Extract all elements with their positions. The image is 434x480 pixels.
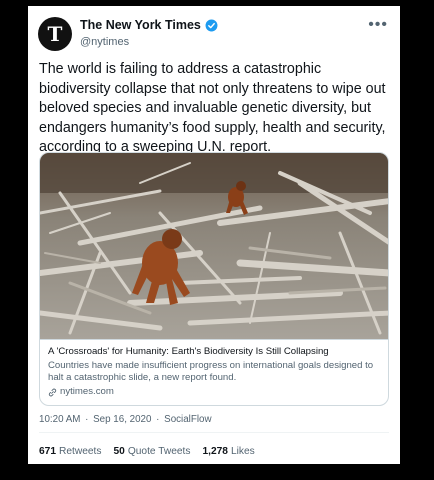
link-card-domain-row: nytimes.com (48, 386, 382, 398)
quote-tweets-label: Quote Tweets (127, 446, 191, 457)
account-name-row: The New York Times (80, 18, 218, 32)
quote-tweets-stat[interactable]: 50 Quote Tweets (113, 446, 190, 457)
link-card-meta: A 'Crossroads' for Humanity: Earth's Bio… (40, 339, 388, 398)
link-card-title: A 'Crossroads' for Humanity: Earth's Bio… (48, 346, 329, 357)
link-icon (48, 388, 57, 396)
tweet-date[interactable]: Sep 16, 2020 (93, 414, 151, 425)
retweets-count: 671 (39, 446, 56, 457)
meta-separator: · (85, 414, 89, 425)
divider (39, 432, 389, 433)
avatar[interactable]: T (38, 17, 72, 51)
tweet-time[interactable]: 10:20 AM (39, 414, 80, 425)
account-handle[interactable]: @nytimes (80, 36, 129, 48)
meta-separator: · (156, 414, 160, 425)
likes-stat[interactable]: 1,278 Likes (202, 446, 254, 457)
more-options-icon[interactable]: ••• (368, 16, 388, 34)
link-card-description: Countries have made insufficient progres… (48, 360, 374, 383)
retweets-label: Retweets (59, 446, 102, 457)
link-card-domain: nytimes.com (60, 386, 114, 397)
quote-tweets-count: 50 (113, 446, 125, 457)
verified-badge-icon (205, 19, 218, 31)
likes-label: Likes (230, 446, 255, 457)
retweets-stat[interactable]: 671 Retweets (39, 446, 101, 457)
tweet-meta: 10:20 AM · Sep 16, 2020 · SocialFlow (39, 414, 212, 425)
display-name[interactable]: The New York Times (80, 18, 201, 32)
likes-count: 1,278 (202, 446, 228, 457)
tweet-text: The world is failing to address a catast… (39, 61, 386, 155)
nyt-logo-icon: T (48, 22, 63, 46)
article-photo (40, 153, 388, 339)
tweet-source[interactable]: SocialFlow (164, 414, 211, 425)
engagement-stats: 671 Retweets 50 Quote Tweets 1,278 Likes (39, 446, 255, 457)
link-card[interactable]: A 'Crossroads' for Humanity: Earth's Bio… (39, 152, 389, 406)
svg-text:T: T (48, 22, 63, 46)
tweet-card: T The New York Times @nytimes ••• The wo… (28, 6, 400, 464)
